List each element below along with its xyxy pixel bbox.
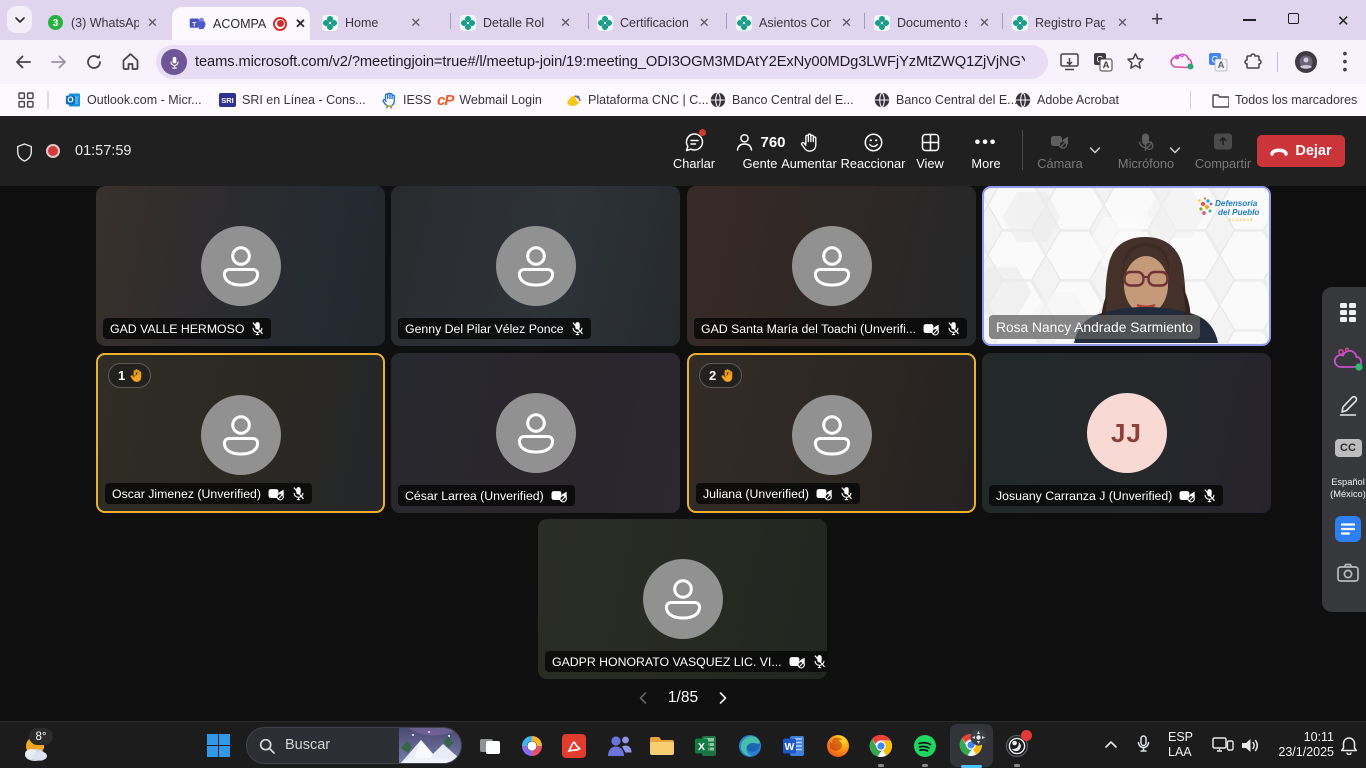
svg-text:del Pueblo: del Pueblo (1218, 208, 1259, 217)
svg-text:SRI: SRI (221, 96, 234, 105)
svg-text:X: X (698, 741, 705, 753)
svg-text:ECUADOR: ECUADOR (1229, 218, 1254, 222)
svg-text:Defensoría: Defensoría (1215, 199, 1258, 208)
svg-text:A: A (1103, 60, 1110, 71)
svg-text:W: W (785, 741, 795, 753)
svg-text:O: O (67, 96, 73, 105)
svg-text:A: A (1218, 60, 1225, 71)
